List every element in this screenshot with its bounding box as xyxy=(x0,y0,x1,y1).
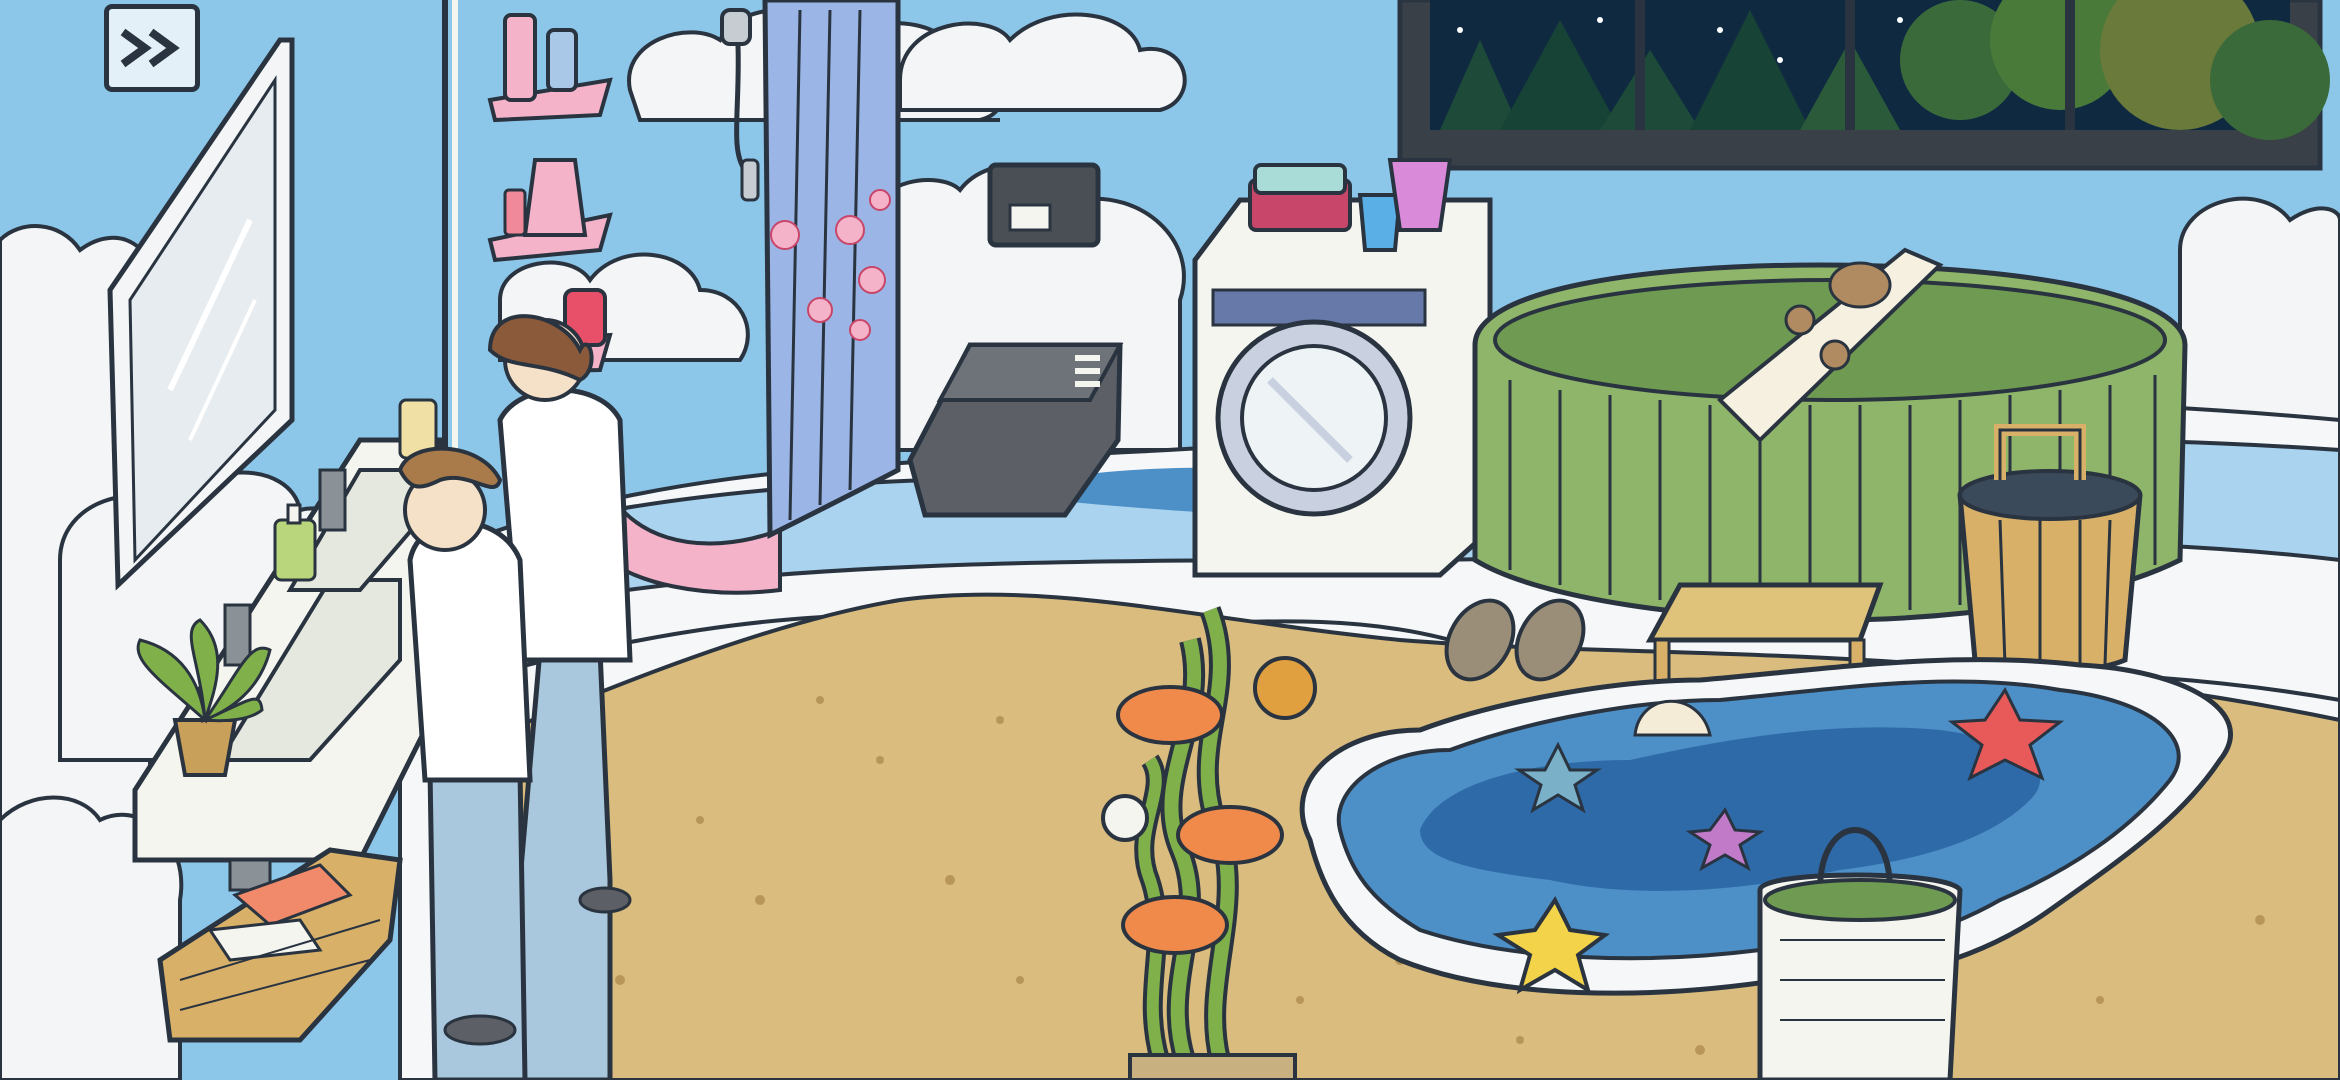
washing-machine[interactable] xyxy=(1192,158,1493,578)
bathroom-scene xyxy=(0,0,2340,1080)
scene-canvas xyxy=(0,0,2340,1080)
night-window xyxy=(1397,0,2330,171)
shampoo-bottle[interactable] xyxy=(503,13,537,102)
faucet[interactable] xyxy=(223,603,252,667)
fast-forward-button[interactable] xyxy=(104,4,200,92)
body-wash-bottle[interactable] xyxy=(522,158,588,237)
teapot[interactable] xyxy=(1828,261,1892,309)
shower-curtain[interactable] xyxy=(762,0,901,540)
fast-forward-icon xyxy=(120,28,180,68)
toilet-paper-holder[interactable] xyxy=(987,162,1101,248)
cat-character[interactable] xyxy=(1101,794,1149,842)
clownfish[interactable] xyxy=(1116,685,1224,745)
clownfish[interactable] xyxy=(1121,895,1229,955)
clownfish[interactable] xyxy=(1176,805,1284,865)
cat-character[interactable] xyxy=(1253,656,1317,720)
faucet[interactable] xyxy=(318,468,347,532)
laundry-bucket[interactable] xyxy=(1387,158,1453,232)
conditioner-bottle[interactable] xyxy=(546,28,578,92)
detergent-bottle[interactable] xyxy=(1357,193,1403,252)
